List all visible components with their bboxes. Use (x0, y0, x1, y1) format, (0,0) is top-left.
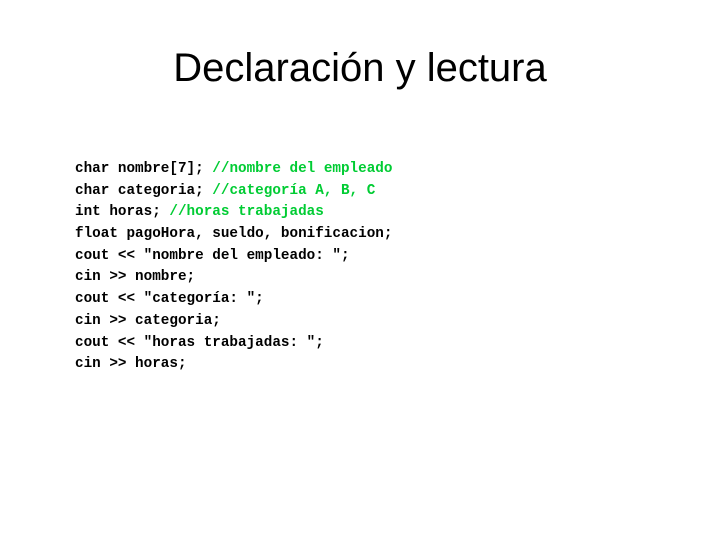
code-line: cout << "horas trabajadas: "; (75, 333, 675, 355)
code-line: char categoria; //categoría A, B, C (75, 181, 675, 203)
code-block: char nombre[7]; //nombre del empleado cha… (75, 159, 675, 376)
code-line: cin >> horas; (75, 354, 675, 376)
code-statement: char categoria; (75, 182, 213, 199)
code-line: float pagoHora, sueldo, bonificacion; (75, 224, 675, 246)
code-line: cin >> nombre; (75, 267, 675, 289)
code-comment: //categoría A, B, C (212, 182, 376, 199)
slide-canvas: Declaración y lectura char nombre[7]; //… (0, 0, 720, 540)
code-comment: //nombre del empleado (212, 161, 393, 177)
code-statement: cout << "categoría: "; (75, 291, 264, 308)
code-line: cout << "nombre del empleado: "; (75, 246, 675, 268)
code-statement: char nombre[7]; (75, 161, 213, 177)
code-comment: //horas trabajadas (169, 204, 324, 221)
code-line: cin >> categoria; (75, 311, 675, 333)
code-line: char nombre[7]; //nombre del empleado (75, 159, 675, 181)
code-statement: int horas; (75, 204, 170, 221)
code-line: cout << "categoría: "; (75, 289, 675, 311)
code-statement: cout << "horas trabajadas: "; (75, 334, 324, 351)
code-statement: float pagoHora, sueldo, bonificacion; (75, 226, 393, 243)
code-statement: cin >> nombre; (75, 269, 196, 286)
code-statement: cout << "nombre del empleado: "; (75, 247, 350, 264)
code-statement: cin >> horas; (75, 356, 187, 373)
code-statement: cin >> categoria; (75, 312, 221, 329)
code-line: int horas; //horas trabajadas (75, 202, 675, 224)
page-title: Declaración y lectura (173, 46, 547, 90)
